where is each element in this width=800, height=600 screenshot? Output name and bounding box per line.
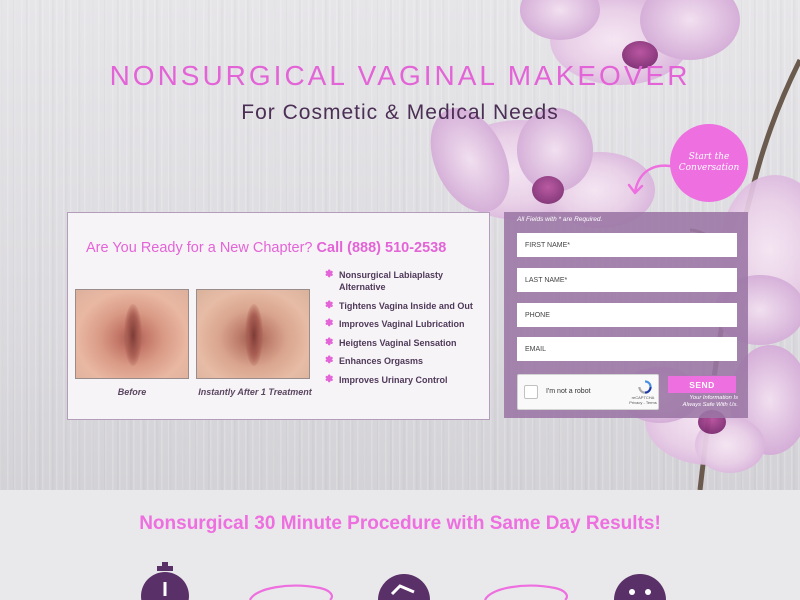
benefit-text: Improves Urinary Control <box>339 375 448 385</box>
decorative-arrow-icon <box>483 584 569 600</box>
smiley-icon <box>614 574 666 600</box>
benefits-list: ✽ Nonsurgical Labiaplasty Alternative ✽ … <box>325 269 485 392</box>
benefit-text: Improves Vaginal Lubrication <box>339 319 465 329</box>
benefit-item: ✽ Improves Urinary Control <box>325 374 485 392</box>
procedure-headline: Nonsurgical 30 Minute Procedure with Sam… <box>139 513 661 534</box>
email-input[interactable] <box>517 337 737 361</box>
send-button[interactable]: SEND <box>668 376 736 393</box>
benefit-item: ✽ Tightens Vagina Inside and Out <box>325 300 485 318</box>
headline: Are You Ready for a New Chapter? Call (8… <box>86 240 446 256</box>
first-name-input[interactable] <box>517 233 737 257</box>
benefit-text: Nonsurgical Labiaplasty Alternative <box>339 270 444 292</box>
page-subtitle: For Cosmetic & Medical Needs <box>241 101 559 124</box>
flower-bullet-icon: ✽ <box>325 300 334 311</box>
info-panel: Are You Ready for a New Chapter? Call (8… <box>67 212 490 420</box>
benefit-text: Tightens Vagina Inside and Out <box>339 301 473 311</box>
call-phone-link[interactable]: Call (888) 510-2538 <box>317 240 447 256</box>
recaptcha-icon <box>638 380 652 394</box>
after-caption: Instantly After 1 Treatment <box>198 387 312 397</box>
page-title: NONSURGICAL VAGINAL MAKEOVER <box>109 60 691 91</box>
contact-form: All Fields with * are Required. I'm not … <box>504 212 748 418</box>
recaptcha-label: I'm not a robot <box>546 388 591 395</box>
before-caption: Before <box>117 387 147 397</box>
last-name-input[interactable] <box>517 268 737 292</box>
phone-input[interactable] <box>517 303 737 327</box>
badge-line-1: Start the <box>688 152 730 162</box>
checkmark-circle-icon <box>378 574 430 600</box>
recaptcha-brand: reCAPTCHA Privacy - Terms <box>628 395 658 405</box>
security-note-line-1: Your Information Is <box>689 395 738 401</box>
security-note-line-2: Always Safe With Us. <box>682 402 738 408</box>
hero-section: NONSURGICAL VAGINAL MAKEOVER For Cosmeti… <box>0 0 800 490</box>
benefit-item: ✽ Enhances Orgasms <box>325 355 485 374</box>
recaptcha-checkbox[interactable] <box>524 385 538 399</box>
after-photo <box>196 289 310 379</box>
decorative-arrow-icon <box>248 584 334 600</box>
benefit-text: Enhances Orgasms <box>339 356 424 366</box>
benefit-item: ✽ Improves Vaginal Lubrication <box>325 318 485 337</box>
start-conversation-badge[interactable]: Start the Conversation <box>670 124 748 202</box>
flower-bullet-icon: ✽ <box>325 337 334 348</box>
benefit-item: ✽ Nonsurgical Labiaplasty Alternative <box>325 269 485 300</box>
stopwatch-icon <box>141 562 189 600</box>
benefit-item: ✽ Heigtens Vaginal Sensation <box>325 337 485 355</box>
benefit-text: Heigtens Vaginal Sensation <box>339 338 457 348</box>
recaptcha-widget: I'm not a robot reCAPTCHA Privacy - Term… <box>517 374 659 410</box>
before-photo <box>75 289 189 379</box>
feature-icons-row <box>141 562 666 600</box>
required-fields-note: All Fields with * are Required. <box>517 216 603 223</box>
headline-question: Are You Ready for a New Chapter? <box>86 240 313 256</box>
recaptcha-links[interactable]: Privacy - Terms <box>628 400 658 405</box>
badge-line-2: Conversation <box>678 163 740 173</box>
curved-arrow-icon <box>627 164 672 195</box>
flower-bullet-icon: ✽ <box>325 374 334 385</box>
flower-bullet-icon: ✽ <box>325 318 334 329</box>
flower-bullet-icon: ✽ <box>325 355 334 366</box>
flower-bullet-icon: ✽ <box>325 269 334 280</box>
security-note: Your Information Is Always Safe With Us. <box>664 395 738 409</box>
